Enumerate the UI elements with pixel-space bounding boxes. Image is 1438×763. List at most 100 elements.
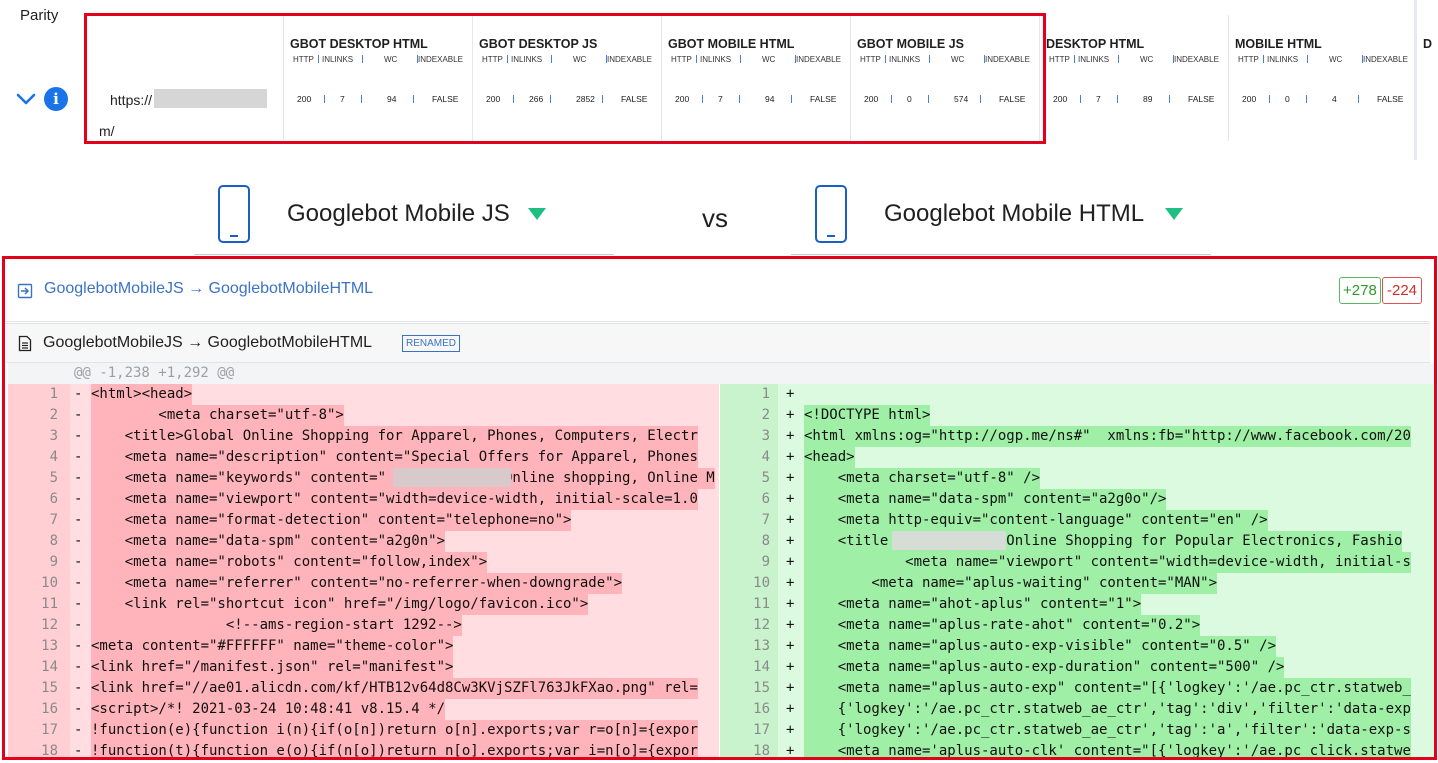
removed-marker: -	[74, 428, 83, 444]
left-diff-line: 15- <link href="//ae01.alicdn.com/kf/HTB1…	[8, 678, 719, 699]
removed-marker: -	[74, 701, 83, 717]
chevron-down-icon[interactable]	[15, 89, 37, 109]
column-title: D	[1423, 37, 1433, 51]
caret-down-icon[interactable]	[528, 208, 546, 220]
code-text: !function(t){function e(o){if(n[o])retur…	[91, 741, 698, 760]
line-number: 2	[49, 407, 58, 423]
code-text: <meta charset="utf-8">	[91, 405, 344, 426]
sub-header-http: HTTP	[1238, 55, 1259, 64]
line-number: 13	[41, 638, 58, 654]
right-diff-line: 1 +	[720, 384, 1436, 405]
mobile-phone-icon	[815, 185, 847, 243]
line-number: 15	[753, 680, 770, 696]
code-text: {'logkey':'/ae.pc_ctr.statweb_ae_ctr','t…	[804, 720, 1411, 741]
line-number: 8	[49, 533, 58, 549]
code-text: <script>/*! 2021-03-24 10:48:41 v8.15.4 …	[91, 699, 446, 720]
code-text: <meta name="aplus-auto-exp-duration" con…	[804, 657, 1285, 678]
code-text: <!DOCTYPE html>	[804, 405, 931, 426]
line-number: 10	[753, 575, 770, 591]
left-diff-line: 8- <meta name="data-spm" content="a2g0n"…	[8, 531, 719, 552]
line-number: 7	[49, 512, 58, 528]
jump-to-file-icon[interactable]	[17, 283, 33, 299]
column-separator	[1362, 55, 1363, 63]
right-diff-line: 18 + <meta name='aplus-auto-clk' content=…	[720, 741, 1436, 760]
right-diff-line: 17 + {'logkey':'/ae.pc_ctr.statweb_ae_ctr…	[720, 720, 1436, 741]
value-indexable: FALSE	[1377, 94, 1404, 104]
diff-file-row: GooglebotMobileJS → GooglebotMobileHTML …	[6, 262, 1430, 322]
value-separator	[1117, 95, 1118, 103]
value-inlinks: 7	[1096, 94, 1101, 104]
code-text: <meta name="data-spm" content="a2g0o"/>	[804, 489, 1167, 510]
column-separator	[1263, 55, 1264, 63]
removed-marker: -	[74, 533, 83, 549]
column-title: MOBILE HTML	[1235, 37, 1322, 51]
code-text: <link href="/manifest.json" rel="manifes…	[91, 657, 454, 678]
added-marker: +	[786, 407, 795, 423]
value-wc: 89	[1143, 94, 1153, 104]
added-marker: +	[786, 596, 795, 612]
line-number: 1	[761, 386, 770, 402]
parity-column: DESKTOP HTML HTTP 200 INLINKS 7 WC 89 INDEXABLE…	[1040, 15, 1229, 141]
right-diff-line: 3 + <html xmlns:og="http://ogp.me/ns#" xml…	[720, 426, 1436, 447]
value-separator	[1358, 95, 1359, 103]
right-diff-pane[interactable]: 1 +2 + <!DOCTYPE html> 3 + <html xmlns:og="htt…	[720, 384, 1436, 760]
code-text: <meta http-equiv="content-language" cont…	[804, 510, 1268, 531]
left-bot-select-label[interactable]: Googlebot Mobile JS	[287, 200, 510, 228]
code-text: {'logkey':'/ae.pc_ctr.statweb_ae_ctr','t…	[804, 699, 1411, 720]
line-number: 9	[761, 554, 770, 570]
code-text: <meta name="viewport" content="width=dev…	[91, 489, 698, 510]
hunk-text: @@ -1,238 +1,292 @@	[74, 365, 235, 381]
right-diff-line: 13 + <meta name="aplus-auto-exp-visible" …	[720, 636, 1436, 657]
code-text: <meta charset="utf-8" />	[804, 468, 1041, 489]
sub-header-wc: WC	[1329, 55, 1343, 64]
line-number: 4	[49, 449, 58, 465]
line-number: 16	[41, 701, 58, 717]
line-number: 6	[49, 491, 58, 507]
right-diff-line: 11 + <meta name="ahot-aplus" content="1">	[720, 594, 1436, 615]
removed-marker: -	[74, 512, 83, 528]
added-marker: +	[786, 533, 795, 549]
removed-marker: -	[74, 722, 83, 738]
left-diff-line: 16- <script>/*! 2021-03-24 10:48:41 v8.15…	[8, 699, 719, 720]
value-wc: 4	[1332, 94, 1337, 104]
line-number: 5	[761, 470, 770, 486]
removed-marker: -	[74, 407, 83, 423]
column-separator	[1074, 55, 1075, 63]
added-marker: +	[786, 575, 795, 591]
right-diff-line: 4 + <head>	[720, 447, 1436, 468]
left-diff-line: 17- !function(e){function i(n){if(o[n])re…	[8, 720, 719, 741]
file-header: GooglebotMobileJS → GooglebotMobileHTML …	[6, 323, 1430, 363]
added-marker: +	[786, 659, 795, 675]
left-diff-line: 1- <html><head>	[8, 384, 719, 405]
right-diff-line: 5 + <meta charset="utf-8" />	[720, 468, 1436, 489]
left-diff-line: 13- <meta content="#FFFFFF" name="theme-c…	[8, 636, 719, 657]
document-icon	[18, 335, 32, 352]
column-separator	[1307, 55, 1308, 63]
removed-marker: -	[74, 617, 83, 633]
line-number: 13	[753, 638, 770, 654]
left-diff-pane[interactable]: 1- <html><head> 2- <meta charset="utf-8"> 3…	[8, 384, 719, 760]
parity-label: Parity	[20, 7, 59, 24]
renamed-badge: RENAMED	[402, 335, 461, 352]
redaction-block	[892, 531, 1006, 550]
value-http: 200	[1242, 94, 1257, 104]
left-diff-line: 6- <meta name="viewport" content="width=…	[8, 489, 719, 510]
scroll-edge	[1414, 0, 1417, 160]
column-separator	[1118, 55, 1119, 63]
code-text: <head>	[804, 447, 855, 468]
right-bot-select-label[interactable]: Googlebot Mobile HTML	[884, 200, 1144, 228]
file-link[interactable]: GooglebotMobileJS → GooglebotMobileHTML	[44, 280, 373, 298]
right-select-underline	[791, 254, 1211, 255]
removed-marker: -	[74, 449, 83, 465]
info-icon[interactable]: i	[44, 87, 68, 111]
line-number: 3	[49, 428, 58, 444]
code-text: <meta content="#FFFFFF" name="theme-colo…	[91, 636, 454, 657]
code-text: <meta name="viewport" content="width=dev…	[804, 552, 1411, 573]
highlight-box-parity	[84, 13, 1046, 144]
column-title: DESKTOP HTML	[1046, 37, 1145, 51]
caret-down-icon[interactable]	[1165, 208, 1183, 220]
left-diff-line: 3- <title>Global Online Shopping for App…	[8, 426, 719, 447]
sub-header-indexable: INDEXABLE	[1363, 55, 1408, 64]
added-marker: +	[786, 449, 795, 465]
line-number: 4	[761, 449, 770, 465]
